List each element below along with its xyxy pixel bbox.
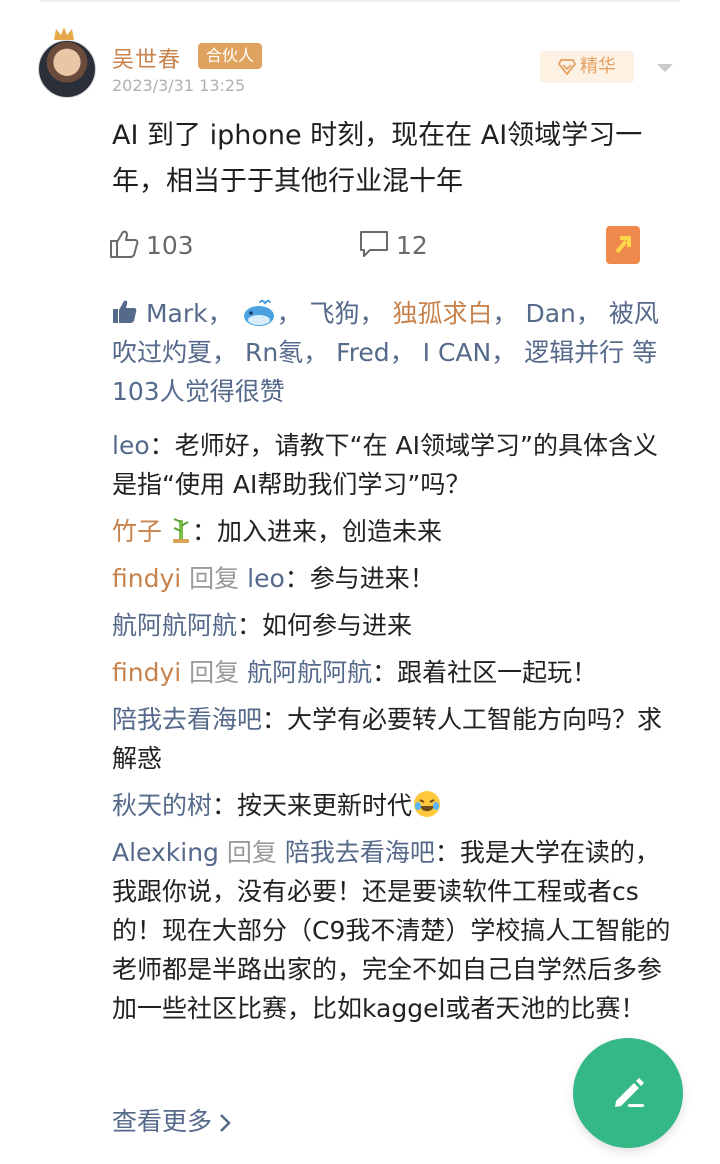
crown-icon xyxy=(54,27,74,40)
partner-badge: 合伙人 xyxy=(198,43,263,69)
comment-item[interactable]: leo：老师好，请教下“在 AI领域学习”的具体含义是指“使用 AI帮助我们学习… xyxy=(112,426,677,504)
reply-label: 回复 xyxy=(189,658,240,687)
liker-name[interactable]: Fred xyxy=(336,338,390,367)
like-button[interactable]: 103 xyxy=(108,226,194,266)
post-body: AI 到了 iphone 时刻，现在在 AI领域学习一年，相当于于其他行业混十年 xyxy=(112,120,643,197)
comment-user[interactable]: leo xyxy=(112,431,150,460)
comment-user[interactable]: findyi xyxy=(112,564,181,593)
comment-list: leo：老师好，请教下“在 AI领域学习”的具体含义是指“使用 AI帮助我们学习… xyxy=(112,426,677,1036)
comment-icon xyxy=(360,231,388,257)
comment-item[interactable]: findyi 回复 航阿航阿航：跟着社区一起玩！ xyxy=(112,653,677,692)
comment-user[interactable]: Alexking xyxy=(112,838,219,867)
essence-badge: 精华 xyxy=(540,51,634,83)
author-avatar[interactable] xyxy=(38,40,96,98)
chevron-down-icon[interactable] xyxy=(656,62,674,74)
comment-text: 按天来更新时代 xyxy=(237,791,413,820)
liker-name[interactable]: 逻辑并行 xyxy=(524,338,624,367)
see-more-label: 查看更多 xyxy=(112,1107,213,1136)
liker-name[interactable]: 飞狗 xyxy=(310,299,360,328)
liker-name[interactable]: Dan xyxy=(525,299,575,328)
author-name[interactable]: 吴世春 xyxy=(112,42,181,74)
essence-label: 精华 xyxy=(580,56,616,77)
comment-user[interactable]: 竹子 xyxy=(112,517,162,546)
post-timestamp: 2023/3/31 13:25 xyxy=(112,76,246,95)
comment-count: 12 xyxy=(396,231,428,260)
reply-label: 回复 xyxy=(226,838,277,867)
whale-emoji-icon xyxy=(243,299,274,326)
comment-item[interactable]: Alexking 回复 陪我去看海吧：我是大学在读的，我跟你说，没有必要！还是要… xyxy=(112,833,677,1028)
reply-target[interactable]: leo xyxy=(247,564,285,593)
comment-text: 老师好，请教下“在 AI领域学习”的具体含义是指“使用 AI帮助我们学习”吗？ xyxy=(112,431,658,499)
diamond-icon xyxy=(557,59,577,76)
comment-text: 加入进来，创造未来 xyxy=(216,517,442,546)
liker-name[interactable]: 独孤求白 xyxy=(392,299,492,328)
thumb-up-icon xyxy=(113,300,137,323)
thumb-up-icon xyxy=(110,230,139,258)
reply-label: 回复 xyxy=(189,564,240,593)
comment-text: 如何参与进来 xyxy=(262,611,413,640)
share-icon[interactable] xyxy=(606,226,640,264)
comment-text: 参与进来！ xyxy=(309,564,435,593)
comment-item[interactable]: 陪我去看海吧：大学有必要转人工智能方向吗？求解惑 xyxy=(112,700,677,778)
liker-name[interactable]: I CAN xyxy=(423,338,492,367)
compose-fab-button[interactable] xyxy=(573,1038,683,1148)
pencil-icon xyxy=(615,1078,644,1107)
liker-name[interactable]: Rn氡 xyxy=(245,338,303,367)
reply-target[interactable]: 陪我去看海吧 xyxy=(285,838,435,867)
top-divider xyxy=(40,0,680,2)
comment-button[interactable]: 12 xyxy=(358,226,428,266)
likers-list: Mark， ， 飞狗， 独孤求白， Dan， 被风吹过灼夏， Rn氡， Fred… xyxy=(112,299,659,406)
comment-user[interactable]: 陪我去看海吧 xyxy=(112,705,262,734)
chevron-right-icon xyxy=(220,1114,231,1132)
bamboo-emoji-icon xyxy=(172,518,189,543)
comment-text: 跟着社区一起玩！ xyxy=(397,658,598,687)
comment-item[interactable]: findyi 回复 leo：参与进来！ xyxy=(112,559,677,598)
comment-item[interactable]: 航阿航阿航：如何参与进来 xyxy=(112,606,677,645)
comment-user[interactable]: findyi xyxy=(112,658,181,687)
laugh-emoji-icon xyxy=(414,791,441,817)
liker-name[interactable]: Mark xyxy=(146,299,208,328)
comment-item[interactable]: 秋天的树：按天来更新时代 xyxy=(112,786,677,825)
reply-target[interactable]: 航阿航阿航 xyxy=(247,658,372,687)
see-more-link[interactable]: 查看更多 xyxy=(112,1102,232,1138)
comment-user[interactable]: 航阿航阿航 xyxy=(112,611,237,640)
like-count: 103 xyxy=(146,231,194,260)
comment-user[interactable]: 秋天的树 xyxy=(112,791,212,820)
comment-item[interactable]: 竹子 ：加入进来，创造未来 xyxy=(112,512,677,551)
